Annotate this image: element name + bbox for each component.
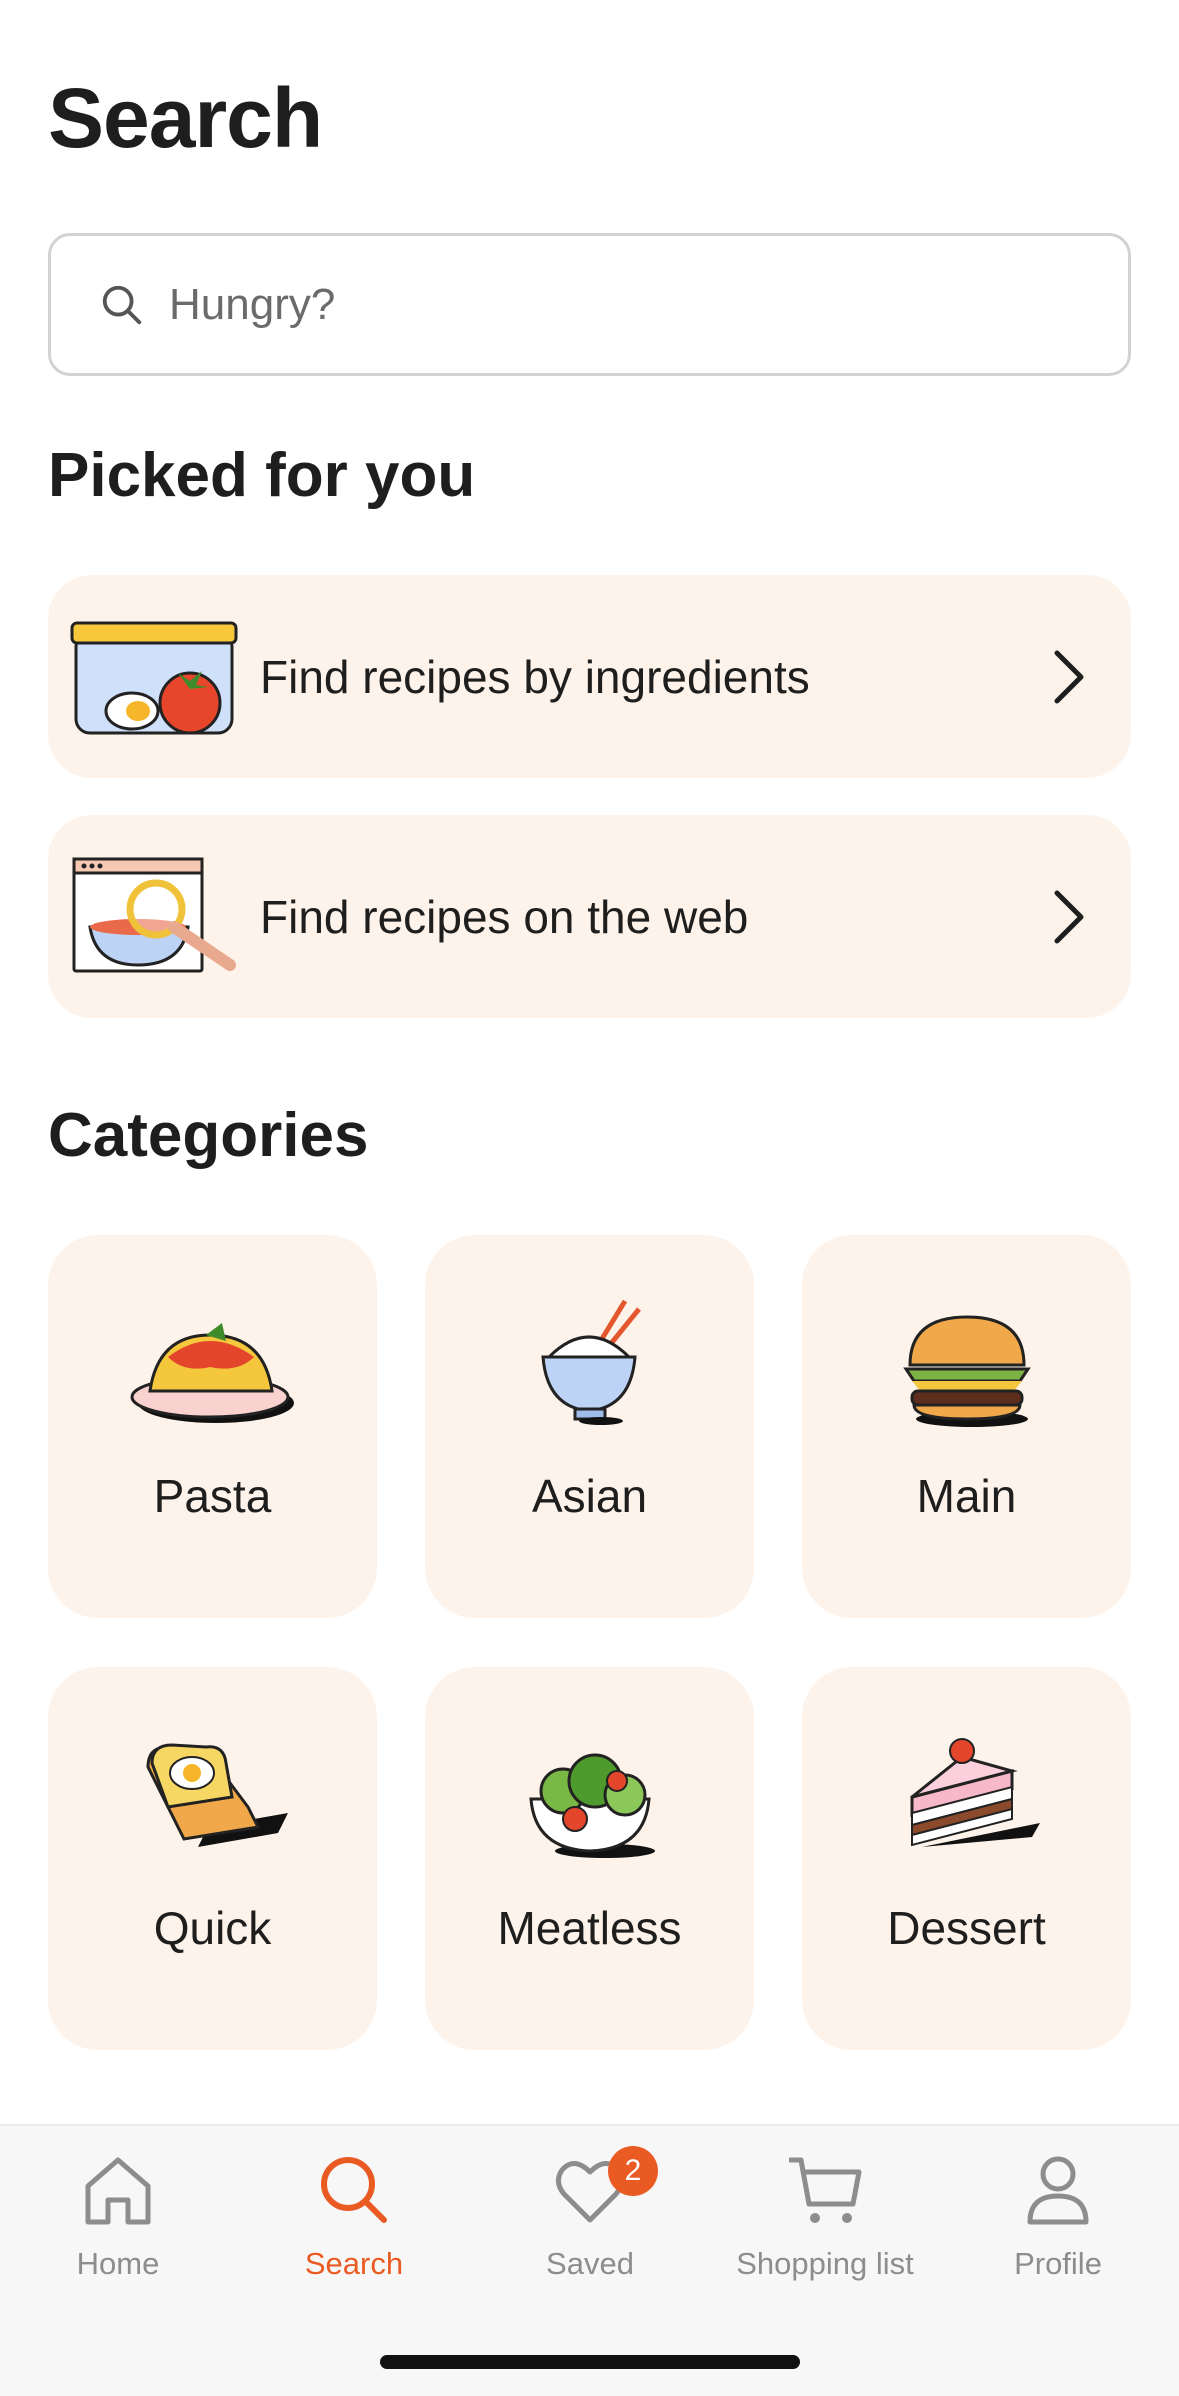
tab-shopping-list[interactable]: Shopping list xyxy=(707,2148,943,2282)
picked-section-title: Picked for you xyxy=(48,441,476,510)
categories-section-title: Categories xyxy=(48,1101,369,1170)
category-label: Dessert xyxy=(887,1902,1046,1954)
rice-bowl-illustration xyxy=(540,1299,641,1425)
tab-saved[interactable]: 2 Saved xyxy=(472,2146,708,2282)
category-label: Meatless xyxy=(497,1902,682,1954)
web-search-bowl-illustration xyxy=(72,857,236,972)
search-bar[interactable] xyxy=(48,233,1131,376)
find-by-ingredients-card[interactable]: Find recipes by ingredients xyxy=(48,575,1131,778)
toast-egg-illustration xyxy=(145,1743,288,1847)
search-input[interactable] xyxy=(169,279,1069,330)
category-dessert[interactable]: Dessert xyxy=(802,1667,1131,2050)
chevron-right-icon xyxy=(1054,650,1084,703)
person-icon xyxy=(1027,2156,1089,2225)
tab-label: Search xyxy=(304,2246,404,2281)
category-label: Main xyxy=(916,1470,1017,1522)
tab-label: Profile xyxy=(1014,2246,1102,2281)
tab-search[interactable]: Search xyxy=(236,2148,472,2282)
tab-label: Shopping list xyxy=(736,2246,914,2281)
cake-slice-illustration xyxy=(910,1738,1040,1847)
category-asian[interactable]: Asian xyxy=(425,1235,754,1618)
burger-illustration xyxy=(902,1315,1031,1427)
saved-count-badge: 2 xyxy=(608,2146,658,2196)
search-icon xyxy=(321,2157,387,2223)
salad-illustration xyxy=(528,1753,655,1858)
chevron-right-icon xyxy=(1054,890,1084,943)
category-pasta[interactable]: Pasta xyxy=(48,1235,377,1618)
category-quick[interactable]: Quick xyxy=(48,1667,377,2050)
home-icon xyxy=(85,2157,151,2225)
home-indicator xyxy=(380,2355,800,2369)
tab-label: Home xyxy=(76,2246,160,2281)
food-container-illustration xyxy=(70,621,238,734)
cart-icon xyxy=(789,2157,862,2223)
find-on-web-card[interactable]: Find recipes on the web xyxy=(48,815,1131,1018)
find-on-web-label: Find recipes on the web xyxy=(260,890,749,943)
search-icon xyxy=(102,285,142,324)
tab-home[interactable]: Home xyxy=(0,2148,236,2282)
find-by-ingredients-label: Find recipes by ingredients xyxy=(260,650,810,703)
category-meatless[interactable]: Meatless xyxy=(425,1667,754,2050)
pasta-illustration xyxy=(130,1323,294,1423)
category-label: Quick xyxy=(153,1902,272,1954)
tab-label: Saved xyxy=(546,2246,634,2281)
tab-profile[interactable]: Profile xyxy=(940,2148,1176,2282)
category-label: Asian xyxy=(531,1470,648,1522)
category-label: Pasta xyxy=(153,1470,272,1522)
category-main[interactable]: Main xyxy=(802,1235,1131,1618)
page-title: Search xyxy=(48,71,323,165)
